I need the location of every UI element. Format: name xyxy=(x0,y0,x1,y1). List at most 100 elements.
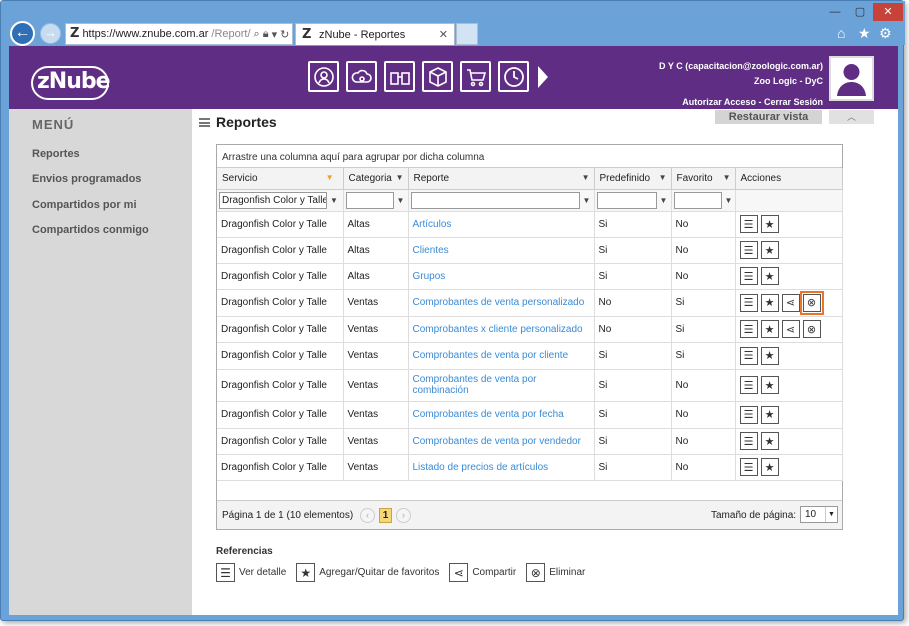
cloud-settings-icon[interactable] xyxy=(346,61,377,92)
search-icon[interactable]: ⌕ xyxy=(254,28,260,41)
view-detail-list-icon[interactable]: ☰ xyxy=(739,432,758,450)
settings-gear-icon[interactable]: ⚙ xyxy=(879,25,892,42)
filter-icon[interactable]: ▼ xyxy=(330,196,338,205)
filter-icon[interactable]: ▼ xyxy=(659,173,667,182)
favorite-star-icon[interactable]: ★ xyxy=(760,267,779,285)
shopping-cart-icon[interactable] xyxy=(460,61,491,92)
clock-icon[interactable] xyxy=(498,61,529,92)
view-detail-list-icon[interactable]: ☰ xyxy=(739,267,758,285)
cell-categoria: Ventas xyxy=(347,409,379,420)
close-tab-icon[interactable]: ✕ xyxy=(439,28,448,41)
share-icon[interactable]: ⋖ xyxy=(781,320,800,338)
favorite-star-icon[interactable]: ★ xyxy=(760,320,779,338)
favorite-star-icon[interactable]: ★ xyxy=(760,432,779,450)
filter-icon[interactable]: ▼ xyxy=(725,196,733,205)
filter-icon[interactable]: ▼ xyxy=(397,196,405,205)
view-detail-list-icon[interactable]: ☰ xyxy=(739,320,758,338)
col-header-predefinido[interactable]: Predefinido ▼ xyxy=(594,168,672,190)
view-detail-list-icon[interactable]: ☰ xyxy=(739,241,758,259)
box-product-icon[interactable] xyxy=(422,61,453,92)
next-page-button[interactable]: › xyxy=(396,508,411,523)
group-panel[interactable]: Arrastre una columna aquí para agrupar p… xyxy=(217,145,842,168)
favorite-star-icon[interactable]: ★ xyxy=(760,215,779,233)
report-link[interactable]: Clientes xyxy=(413,245,449,256)
col-header-reporte[interactable]: Reporte ▼ xyxy=(408,168,595,190)
maximize-button[interactable]: ▢ xyxy=(848,3,872,21)
back-button[interactable]: ← xyxy=(10,21,35,46)
view-detail-list-icon[interactable]: ☰ xyxy=(739,376,758,394)
page-size-select[interactable]: 10 ▼ xyxy=(800,506,838,523)
address-bar[interactable]: Z https://www.znube.com.ar/Report/ ⌕ 🔒︎ … xyxy=(65,23,293,45)
logout-link[interactable]: Cerrar Sesión xyxy=(764,97,823,107)
view-detail-list-icon[interactable]: ☰ xyxy=(739,458,758,476)
view-detail-list-icon[interactable]: ☰ xyxy=(739,215,758,233)
restore-view-button[interactable]: Restaurar vista xyxy=(715,110,822,124)
sidebar-item-reportes[interactable]: Reportes xyxy=(32,148,80,160)
sidebar-item-compartidos-por-mi[interactable]: Compartidos por mi xyxy=(32,199,137,211)
col-header-favorito[interactable]: Favorito ▼ xyxy=(671,168,736,190)
filter-icon[interactable]: ▼ xyxy=(723,173,731,182)
share-icon[interactable]: ⋖ xyxy=(781,293,800,312)
view-detail-list-icon[interactable]: ☰ xyxy=(739,405,758,424)
favorite-star-icon[interactable]: ★ xyxy=(760,376,779,394)
filter-icon[interactable]: ▼ xyxy=(582,173,590,182)
row-actions: ☰ ★ xyxy=(739,458,842,476)
filter-icon[interactable]: ▼ xyxy=(660,196,668,205)
close-window-button[interactable]: ✕ xyxy=(873,3,903,21)
minimize-button[interactable]: — xyxy=(823,3,847,21)
prev-page-button[interactable]: ‹ xyxy=(360,508,375,523)
report-link[interactable]: Listado de precios de artículos xyxy=(413,462,549,473)
hamburger-menu-icon[interactable] xyxy=(199,118,210,127)
favorite-star-icon[interactable]: ★ xyxy=(760,293,779,312)
user-info: D Y C (capacitacion@zoologic.com.ar) Zoo… xyxy=(659,59,823,110)
delete-close-icon[interactable]: ⊗ xyxy=(799,290,824,315)
col-header-categoria[interactable]: Categoria ▼ xyxy=(343,168,409,190)
refresh-icon[interactable]: ↻ xyxy=(280,28,289,41)
browser-tab[interactable]: Z zNube - Reportes ✕ xyxy=(295,23,455,45)
forward-button[interactable]: → xyxy=(40,23,61,44)
page-size-label: Tamaño de página: xyxy=(711,510,797,521)
filter-reporte-input[interactable] xyxy=(410,191,580,209)
page-number-button[interactable]: 1 xyxy=(379,508,392,523)
new-tab-button[interactable] xyxy=(456,23,478,45)
filter-favorito-input[interactable] xyxy=(673,191,722,209)
filter-categoria-input[interactable] xyxy=(345,191,394,209)
filter-servicio-input[interactable]: Dragonfish Color y Talle xyxy=(219,191,327,209)
filter-icon[interactable]: ▼ xyxy=(396,173,404,182)
sidebar-item-envios-programados[interactable]: Envios programados xyxy=(32,173,141,185)
report-link[interactable]: Artículos xyxy=(413,219,452,230)
favorite-star-icon[interactable]: ★ xyxy=(760,458,779,476)
row-actions: ☰ ★ xyxy=(739,346,842,365)
favorites-star-icon[interactable]: ★ xyxy=(858,25,871,42)
chevron-down-icon: ▼ xyxy=(825,507,837,522)
favorite-star-icon[interactable]: ★ xyxy=(760,241,779,259)
avatar[interactable] xyxy=(829,56,874,101)
filter-predefinido-input[interactable] xyxy=(596,191,657,209)
report-link[interactable]: Comprobantes de venta personalizado xyxy=(413,297,585,308)
dropdown-icon[interactable]: ▾ xyxy=(272,28,278,41)
view-detail-list-icon[interactable]: ☰ xyxy=(739,293,758,312)
collapse-button[interactable]: ︿ xyxy=(829,110,874,124)
report-link[interactable]: Grupos xyxy=(413,271,446,282)
report-link[interactable]: Comprobantes de venta por cliente xyxy=(413,350,569,361)
favorite-star-icon[interactable]: ★ xyxy=(760,346,779,365)
col-header-servicio[interactable]: Servicio ▼ xyxy=(217,168,344,190)
cell-categoria: Ventas xyxy=(347,379,379,391)
home-icon[interactable]: ⌂ xyxy=(837,25,845,41)
znube-logo[interactable]: zNube xyxy=(31,60,111,100)
nav-next-arrow-icon[interactable] xyxy=(538,66,548,88)
users-sync-icon[interactable] xyxy=(308,61,339,92)
report-link[interactable]: Comprobantes de venta por fecha xyxy=(413,409,564,420)
cell-predefinido: Si xyxy=(598,409,608,420)
user-account: D Y C (capacitacion@zoologic.com.ar) xyxy=(659,61,823,71)
price-tags-icon[interactable] xyxy=(384,61,415,92)
authorize-access-link[interactable]: Autorizar Acceso xyxy=(682,97,756,107)
report-link[interactable]: Comprobantes x cliente personalizado xyxy=(413,324,583,335)
filter-icon[interactable]: ▼ xyxy=(583,196,591,205)
favorite-star-icon[interactable]: ★ xyxy=(760,405,779,424)
report-link[interactable]: Comprobantes de venta por combinación xyxy=(413,374,537,396)
report-link[interactable]: Comprobantes de venta por vendedor xyxy=(413,436,581,447)
delete-close-icon[interactable]: ⊗ xyxy=(802,320,821,338)
view-detail-list-icon[interactable]: ☰ xyxy=(739,346,758,365)
sidebar-item-compartidos-conmigo[interactable]: Compartidos conmigo xyxy=(32,224,149,236)
